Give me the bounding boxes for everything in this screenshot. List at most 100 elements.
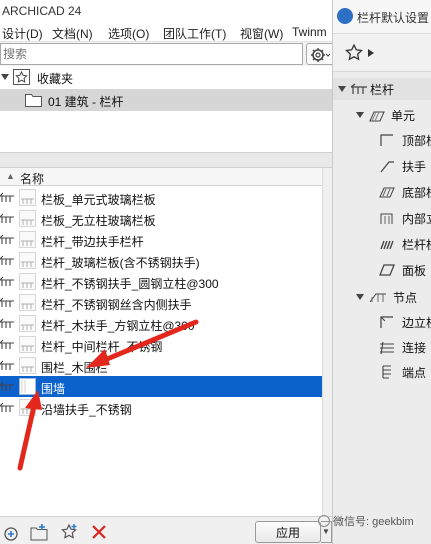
inner-post-icon xyxy=(380,213,393,224)
new-folder-icon[interactable] xyxy=(30,523,48,541)
handrail-icon xyxy=(380,161,394,173)
star-add-icon[interactable] xyxy=(60,523,78,541)
chevron-right-icon[interactable] xyxy=(368,49,374,57)
list-item[interactable]: 栏板_单元式玻璃栏板 xyxy=(0,187,322,208)
railing-icon xyxy=(0,339,14,350)
menu-document[interactable]: 文档(N) xyxy=(52,25,93,42)
search-input[interactable] xyxy=(1,44,302,64)
add-favorite-icon[interactable] xyxy=(2,523,20,541)
preview-thumbnail-icon xyxy=(19,210,36,227)
list-item[interactable]: 栏板_无立柱玻璃栏板 xyxy=(0,208,322,229)
menu-window[interactable]: 视窗(W) xyxy=(240,25,283,42)
list-item-name: 栏板_单元式玻璃栏板 xyxy=(41,193,156,207)
tree-item-unit-2[interactable]: 底部栏 xyxy=(333,181,431,203)
bottom-toolbar: 应用 ▼ xyxy=(0,516,332,544)
sort-indicator-icon[interactable]: ▲ xyxy=(6,171,15,181)
unit-item-label: 内部立 xyxy=(402,212,431,226)
list-item[interactable]: 栏杆_木扶手_方钢立柱@300 xyxy=(0,313,322,334)
unit-item-label: 面板 xyxy=(402,264,427,278)
railing-label: 栏杆 xyxy=(370,83,395,97)
preview-thumbnail-icon xyxy=(19,336,36,353)
end-post-icon xyxy=(380,316,393,328)
list-item-name: 栏杆_不锈钢钢丝含内侧扶手 xyxy=(41,298,192,312)
list-item-name: 沿墙扶手_不锈钢 xyxy=(41,403,132,417)
railing-node-icon xyxy=(369,293,386,303)
tree-item-node-2[interactable]: 端点 xyxy=(333,361,431,383)
options-menu-button[interactable] xyxy=(306,43,332,65)
list-item-name: 围栏_木围栏 xyxy=(41,361,108,375)
favorites-label: 收藏夹 xyxy=(37,72,74,86)
folder-label: 01 建筑 - 栏杆 xyxy=(48,95,124,109)
railing-icon xyxy=(0,276,14,287)
menu-bar: 设计(D) 文档(N) 选项(O) 团队工作(T) 视窗(W) Twinm xyxy=(0,22,332,42)
name-column-header[interactable]: 名称 xyxy=(20,170,44,187)
tree-node-unit[interactable]: 单元 xyxy=(333,104,431,126)
list-item-name: 栏杆_不锈钢扶手_圆钢立柱@300 xyxy=(41,277,219,291)
list-item[interactable]: 栏杆_不锈钢钢丝含内侧扶手 xyxy=(0,292,322,313)
tree-node-railing[interactable]: 栏杆 xyxy=(333,78,431,100)
menu-teamwork[interactable]: 团队工作(T) xyxy=(163,25,226,42)
preview-thumbnail-icon xyxy=(19,399,36,416)
archicad-logo-icon xyxy=(337,8,353,24)
palette-toolbar xyxy=(333,34,431,72)
railing-icon xyxy=(350,83,367,94)
railing-icon xyxy=(0,318,14,329)
list-item-name: 栏板_无立柱玻璃栏板 xyxy=(41,214,156,228)
folder-icon xyxy=(25,94,42,107)
list-item[interactable]: 栏杆_中间栏杆_不锈钢 xyxy=(0,334,322,355)
tree-item-node-1[interactable]: 连接 xyxy=(333,336,431,358)
railing-icon xyxy=(0,234,14,245)
panel-icon xyxy=(379,264,395,276)
tree-item-unit-0[interactable]: 顶部栏 xyxy=(333,129,431,151)
preview-thumbnail-icon xyxy=(19,231,36,248)
list-item-name: 栏杆_玻璃栏板(含不锈钢扶手) xyxy=(41,256,200,270)
preview-thumbnail-icon xyxy=(19,189,36,206)
list-item[interactable]: 围墙 xyxy=(0,376,322,397)
collapse-icon[interactable] xyxy=(338,86,346,92)
palette-title: 栏杆默认设置 xyxy=(357,11,430,25)
tree-node-nodes[interactable]: 节点 xyxy=(333,286,431,308)
node-item-label: 端点 xyxy=(402,366,427,380)
nodes-label: 节点 xyxy=(393,291,418,305)
gear-icon xyxy=(311,48,330,62)
tree-node-favorites[interactable]: 收藏夹 xyxy=(0,66,332,88)
palette-title-bar: 栏杆默认设置 xyxy=(333,0,431,34)
list-item[interactable]: 围栏_木围栏 xyxy=(0,355,322,376)
unit-label: 单元 xyxy=(391,109,416,123)
tree-item-unit-4[interactable]: 栏杆柱 xyxy=(333,233,431,255)
railing-icon xyxy=(0,360,14,371)
preview-thumbnail-icon xyxy=(19,252,36,269)
collapse-icon[interactable] xyxy=(1,74,9,80)
favorites-tree: 收藏夹 01 建筑 - 栏杆 xyxy=(0,66,332,152)
tree-item-unit-1[interactable]: 扶手 xyxy=(333,155,431,177)
list-item-name: 栏杆_带边扶手栏杆 xyxy=(41,235,144,249)
railing-icon xyxy=(0,402,14,413)
list-item-name: 围墙 xyxy=(41,382,66,396)
node-item-label: 边立柱 xyxy=(402,316,431,330)
list-item[interactable]: 栏杆_带边扶手栏杆 xyxy=(0,229,322,250)
menu-options[interactable]: 选项(O) xyxy=(108,25,149,42)
menu-twinmotion[interactable]: Twinm xyxy=(292,25,327,39)
list-item[interactable]: 栏杆_不锈钢扶手_圆钢立柱@300 xyxy=(0,271,322,292)
apply-button[interactable]: 应用 xyxy=(255,521,321,543)
preview-thumbnail-icon xyxy=(19,273,36,290)
menu-design[interactable]: 设计(D) xyxy=(2,25,43,42)
preview-thumbnail-icon xyxy=(19,378,36,395)
list-scrollbar[interactable] xyxy=(322,168,332,516)
node-item-label: 连接 xyxy=(402,341,427,355)
tree-item-unit-5[interactable]: 面板 xyxy=(333,259,431,281)
unit-item-label: 栏杆柱 xyxy=(402,238,431,252)
pane-splitter[interactable] xyxy=(0,152,332,168)
favorites-star-icon[interactable] xyxy=(345,44,365,62)
endpoint-icon xyxy=(382,365,391,379)
list-item[interactable]: 沿墙扶手_不锈钢 xyxy=(0,397,322,418)
list-item-name: 栏杆_木扶手_方钢立柱@300 xyxy=(41,319,195,333)
list-item[interactable]: 栏杆_玻璃栏板(含不锈钢扶手) xyxy=(0,250,322,271)
delete-icon[interactable] xyxy=(90,523,108,541)
collapse-icon[interactable] xyxy=(356,112,364,118)
tree-node-folder[interactable]: 01 建筑 - 栏杆 xyxy=(0,89,332,111)
collapse-icon[interactable] xyxy=(356,294,364,300)
search-field[interactable] xyxy=(0,43,303,65)
tree-item-unit-3[interactable]: 内部立 xyxy=(333,207,431,229)
tree-item-node-0[interactable]: 边立柱 xyxy=(333,311,431,333)
